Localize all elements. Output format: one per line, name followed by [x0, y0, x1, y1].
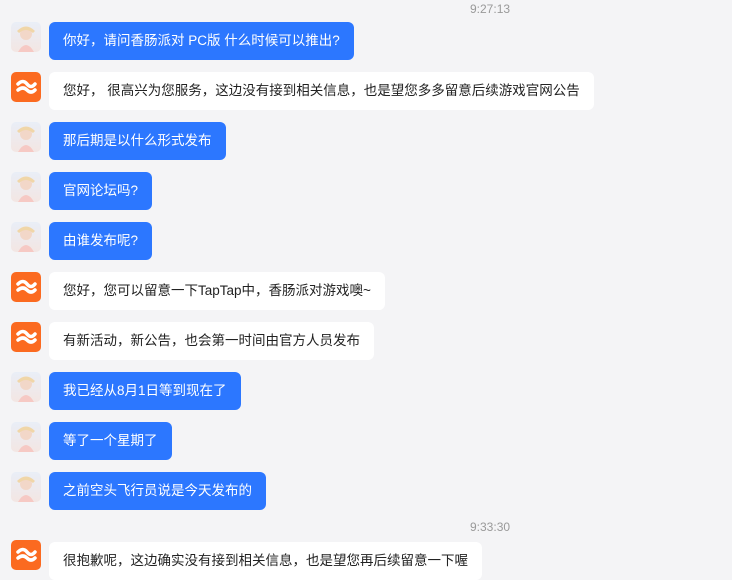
message-bubble-bot: 您好，您可以留意一下TapTap中，香肠派对游戏噢~: [49, 272, 385, 310]
user-avatar-icon[interactable]: [11, 22, 41, 52]
sausage-logo-icon[interactable]: [11, 72, 41, 102]
message-bubble-user: 由谁发布呢?: [49, 222, 153, 260]
message-bubble-bot: 有新活动，新公告，也会第一时间由官方人员发布: [49, 322, 374, 360]
message-bubble-user: 我已经从8月1日等到现在了: [49, 372, 241, 410]
sausage-logo-icon[interactable]: [11, 272, 41, 302]
sausage-logo-icon[interactable]: [11, 540, 41, 570]
message-bubble-bot: 您好， 很高兴为您服务，这边没有接到相关信息，也是望您多多留意后续游戏官网公告: [49, 72, 594, 110]
message-bubble-user: 那后期是以什么形式发布: [49, 122, 226, 160]
timestamp: 9:27:13: [470, 2, 511, 16]
message-bubble-user: 等了一个星期了: [49, 422, 172, 460]
message-bubble-user: 官网论坛吗?: [49, 172, 153, 210]
user-avatar-icon[interactable]: [11, 372, 41, 402]
sausage-logo-icon[interactable]: [11, 322, 41, 352]
message-bubble-user: 之前空头飞行员说是今天发布的: [49, 472, 266, 510]
timestamp: 9:33:30: [470, 520, 511, 534]
user-avatar-icon[interactable]: [11, 422, 41, 452]
message-bubble-bot: 很抱歉呢，这边确实没有接到相关信息，也是望您再后续留意一下喔: [49, 542, 482, 580]
user-avatar-icon[interactable]: [11, 172, 41, 202]
message-bubble-user: 你好，请问香肠派对 PC版 什么时候可以推出?: [49, 22, 354, 60]
user-avatar-icon[interactable]: [11, 222, 41, 252]
user-avatar-icon[interactable]: [11, 472, 41, 502]
user-avatar-icon[interactable]: [11, 122, 41, 152]
